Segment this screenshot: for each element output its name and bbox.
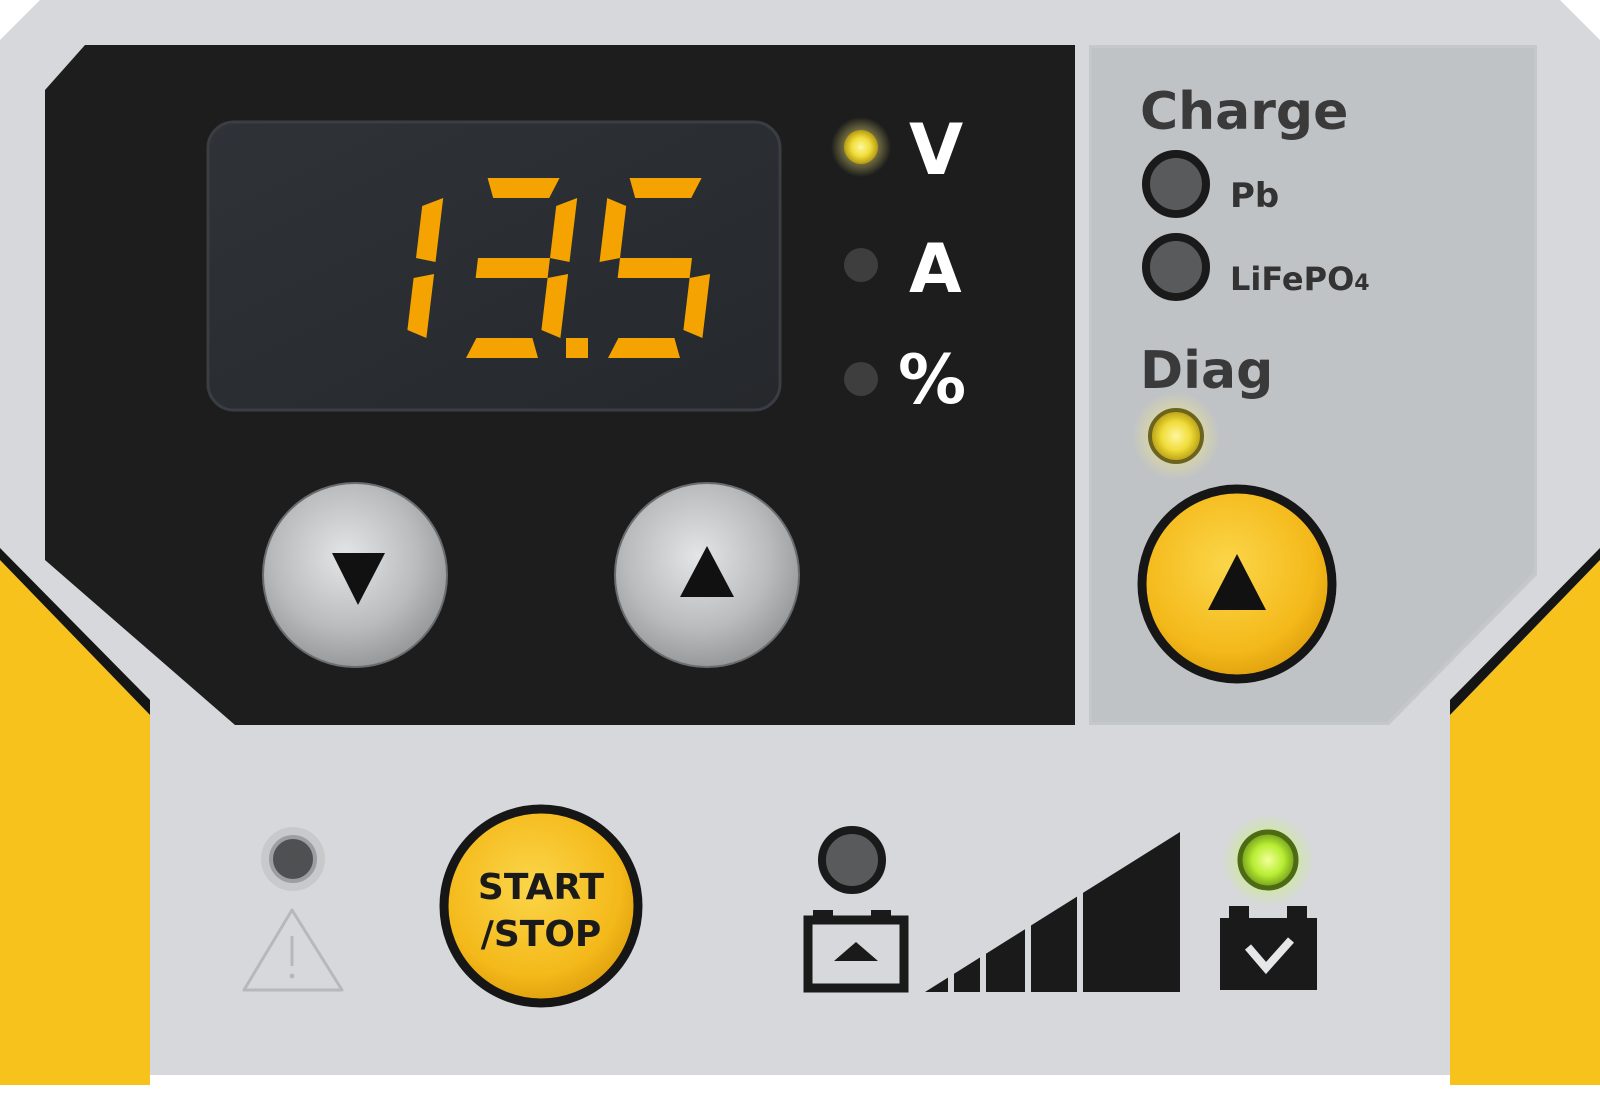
down-button[interactable] [262,482,448,668]
led-charging [818,826,886,894]
charger-control-panel: V A % Charge Pb LiFePO4 Diag START /STOP [0,0,1600,1095]
digit-segment [629,178,702,198]
start-stop-line2: /STOP [481,914,602,955]
pb-label: Pb [1230,176,1279,216]
lifepo4-sub: 4 [1354,271,1369,296]
panel-svg: V A % Charge Pb LiFePO4 Diag START /STOP [0,0,1600,1085]
digit-segment [487,178,560,198]
battery-check-icon [1220,906,1317,990]
led-v [844,130,878,164]
unit-label-v: V [909,109,963,191]
led-pb [1142,150,1210,218]
digit-segment [617,258,692,278]
diag-title: Diag [1140,341,1273,401]
led-percent [844,362,878,396]
lifepo4-main: LiFePO [1230,260,1354,298]
digit-segment [608,338,680,358]
charge-title: Charge [1140,82,1348,142]
up-button[interactable] [614,482,800,668]
start-stop-button[interactable]: START /STOP [439,804,643,1008]
unit-label-a: A [909,230,962,309]
led-warning [269,835,317,883]
led-a [844,248,878,282]
led-diag [1148,408,1204,464]
start-stop-line1: START [478,867,605,908]
digit-segment [475,258,550,278]
decimal-point [566,338,588,358]
lifepo4-label: LiFePO4 [1230,260,1370,298]
led-lifepo4 [1142,233,1210,301]
led-charged [1237,829,1299,891]
unit-label-percent: % [898,341,966,420]
diag-button[interactable] [1137,484,1337,684]
digit-segment [466,338,538,358]
